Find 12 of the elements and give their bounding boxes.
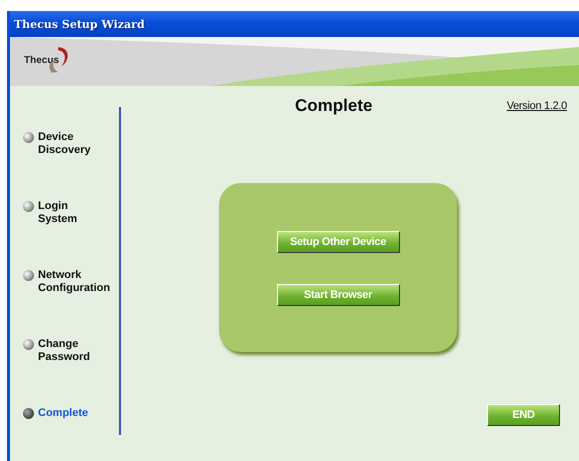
action-button[interactable]: Start Browser [276, 284, 400, 306]
step-label: Change Password [38, 338, 90, 364]
version-text: Version 1.2.0 [506, 100, 567, 112]
step-label: Device Discovery [38, 131, 91, 157]
step-label: Complete [38, 407, 88, 420]
end-button[interactable]: END [487, 404, 560, 426]
page-title: Complete [295, 96, 372, 116]
logo-text: Thecus [24, 54, 60, 66]
step-label: Network Configuration [38, 269, 110, 295]
step-label: Login System [38, 200, 78, 226]
window-title: Thecus Setup Wizard [14, 18, 145, 30]
action-button[interactable]: Setup Other Device [276, 231, 400, 253]
